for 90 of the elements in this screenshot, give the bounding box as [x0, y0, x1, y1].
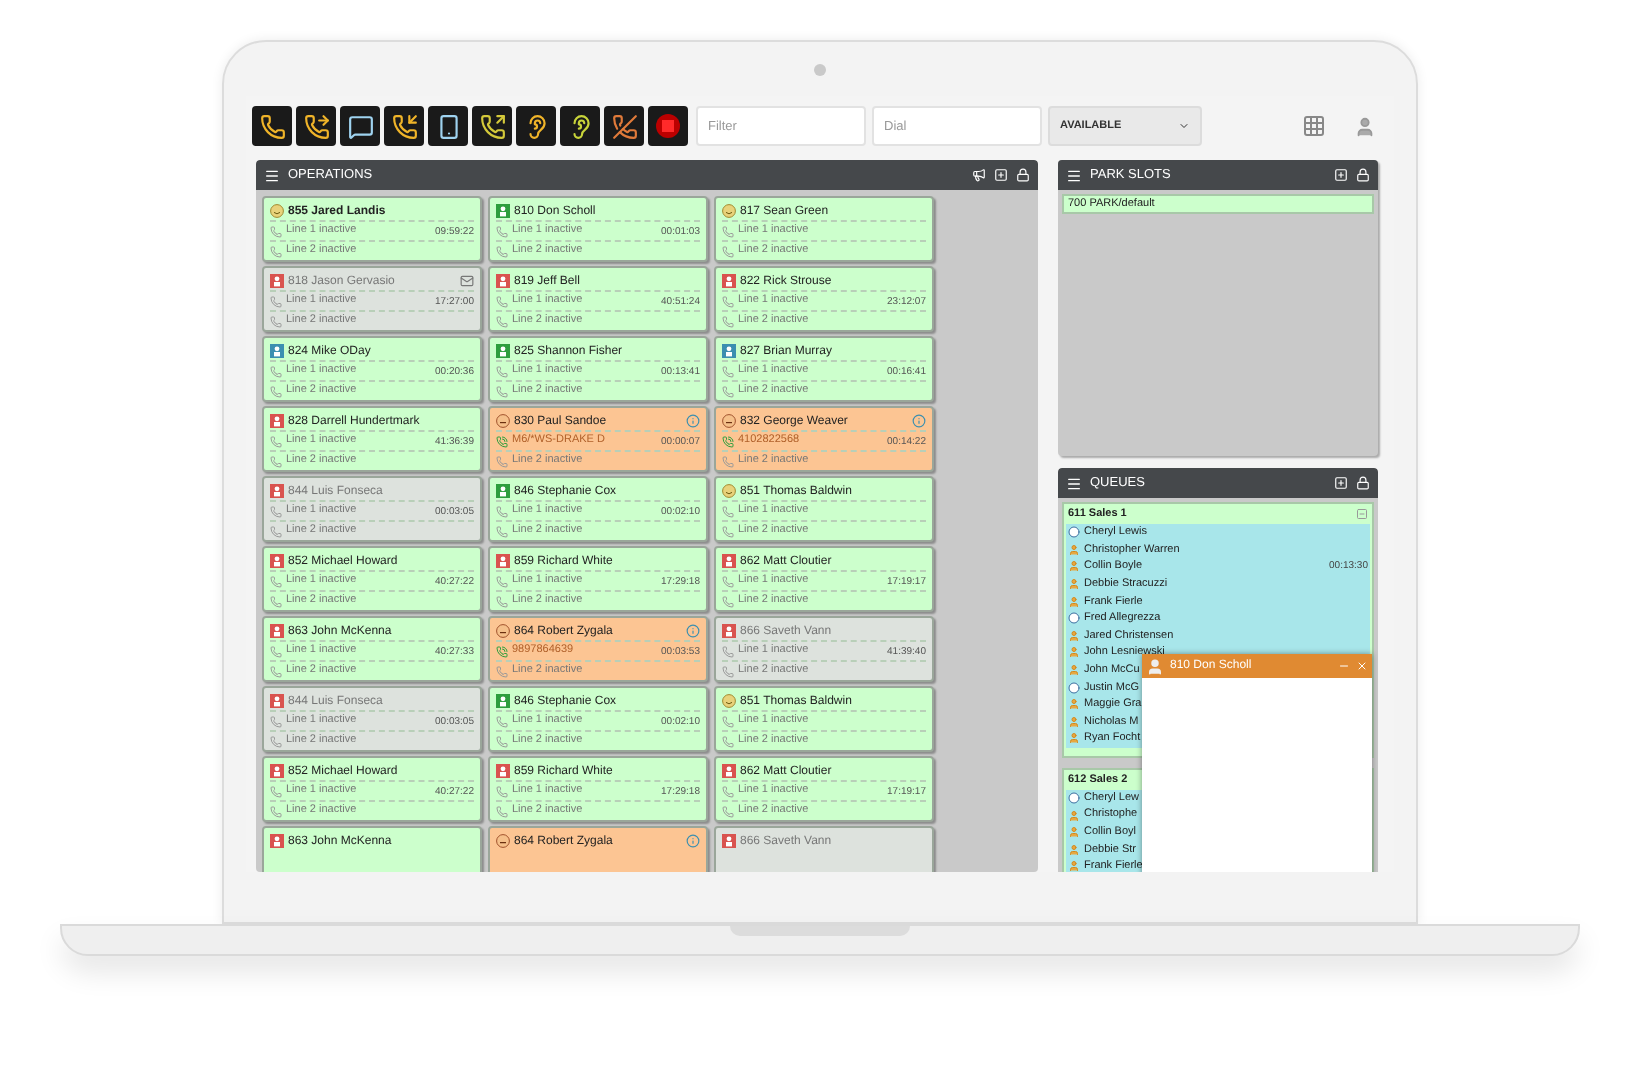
phone-icon: [270, 225, 282, 237]
active-call-icon: [496, 645, 508, 657]
phone-icon: [270, 715, 282, 727]
phone-icon: [722, 315, 734, 327]
hang-up-icon: [611, 113, 637, 139]
chat-bubble-icon: [347, 113, 373, 139]
active-call-icon: [496, 435, 508, 447]
phone-icon: [270, 365, 282, 377]
phone-icon: [722, 785, 734, 797]
phone-outgoing-icon: [479, 113, 505, 139]
lock-icon[interactable]: [1356, 168, 1370, 182]
phone-icon: [496, 505, 508, 517]
phone-icon: [722, 715, 734, 727]
active-call-icon: [722, 435, 734, 447]
menu-icon[interactable]: [264, 167, 280, 183]
phone-icon: [722, 385, 734, 397]
toolbar-button[interactable]: [340, 106, 380, 146]
phone-icon: [722, 225, 734, 237]
phone-icon: [496, 365, 508, 377]
phone-icon: [270, 735, 282, 747]
toolbar-button[interactable]: [296, 106, 336, 146]
close-icon[interactable]: [1356, 660, 1368, 672]
phone-icon: [270, 575, 282, 587]
phone-incoming-icon: [391, 113, 417, 139]
phone-icon: [722, 665, 734, 677]
phone-icon: [270, 455, 282, 467]
add-icon[interactable]: [1334, 168, 1348, 182]
phone-icon: [259, 113, 285, 139]
lock-icon[interactable]: [1016, 168, 1030, 182]
phone-icon: [270, 315, 282, 327]
phone-icon: [496, 385, 508, 397]
phone-icon: [722, 645, 734, 657]
toolbar-button[interactable]: [252, 106, 292, 146]
ear-icon: [567, 113, 593, 139]
user-menu-icon[interactable]: [1354, 115, 1376, 137]
toolbar-button[interactable]: [472, 106, 512, 146]
phone-icon: [722, 805, 734, 817]
phone-icon: [270, 505, 282, 517]
phone-icon: [496, 455, 508, 467]
record-icon: [654, 112, 682, 140]
phone-icon: [722, 455, 734, 467]
phone-icon: [722, 595, 734, 607]
phone-icon: [270, 245, 282, 257]
ear-icon: [523, 113, 549, 139]
toolbar-button[interactable]: [428, 106, 468, 146]
add-icon[interactable]: [994, 168, 1008, 182]
toolbar-button[interactable]: [560, 106, 600, 146]
phone-icon: [496, 805, 508, 817]
phone-icon: [496, 715, 508, 727]
add-icon[interactable]: [1334, 476, 1348, 490]
phone-icon: [270, 595, 282, 607]
phone-icon: [496, 595, 508, 607]
menu-icon[interactable]: [1066, 475, 1082, 491]
toolbar-button[interactable]: [604, 106, 644, 146]
phone-icon: [722, 525, 734, 537]
phone-forward-icon: [303, 113, 329, 139]
caret-icon: [1178, 120, 1190, 132]
phone-icon: [722, 735, 734, 747]
phone-icon: [496, 245, 508, 257]
avatar-icon: [1146, 657, 1164, 675]
phone-icon: [722, 365, 734, 377]
phone-icon: [496, 225, 508, 237]
phone-icon: [270, 665, 282, 677]
phone-icon: [270, 645, 282, 657]
phone-icon: [722, 575, 734, 587]
apps-grid-icon[interactable]: [1302, 114, 1326, 138]
phone-icon: [722, 245, 734, 257]
phone-icon: [496, 575, 508, 587]
phone-icon: [270, 805, 282, 817]
phone-icon: [496, 525, 508, 537]
phone-icon: [496, 295, 508, 307]
phone-icon: [270, 785, 282, 797]
phone-icon: [270, 295, 282, 307]
phone-icon: [722, 295, 734, 307]
phone-icon: [496, 735, 508, 747]
phone-icon: [496, 785, 508, 797]
phone-icon: [722, 505, 734, 517]
lock-icon[interactable]: [1356, 476, 1370, 490]
phone-icon: [270, 435, 282, 447]
phone-icon: [496, 665, 508, 677]
menu-icon[interactable]: [1066, 167, 1082, 183]
record-button[interactable]: [648, 106, 688, 146]
megaphone-icon[interactable]: [972, 168, 986, 182]
phone-icon: [270, 385, 282, 397]
phone-icon: [496, 315, 508, 327]
toolbar-button[interactable]: [384, 106, 424, 146]
toolbar-button[interactable]: [516, 106, 556, 146]
smartphone-icon: [435, 113, 461, 139]
phone-icon: [270, 525, 282, 537]
collapse-icon[interactable]: [1356, 508, 1368, 520]
